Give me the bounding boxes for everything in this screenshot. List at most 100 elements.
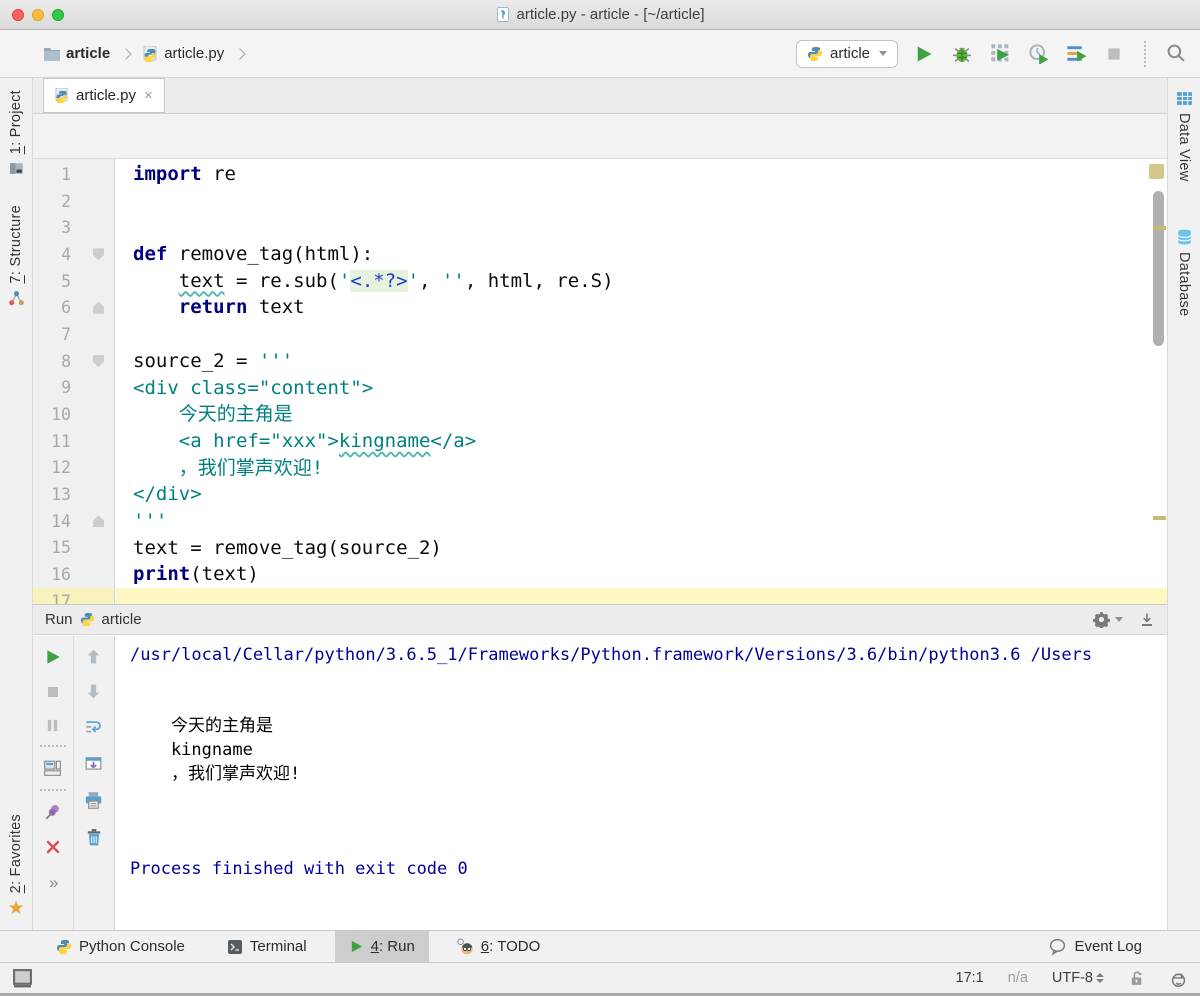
code-line[interactable]: <div class="content">: [116, 375, 1167, 402]
code-line[interactable]: 今天的主角是: [116, 401, 1167, 428]
toggle-toolwindow-bars-button[interactable]: [12, 968, 33, 989]
rerun-button[interactable]: [44, 648, 62, 666]
code-line[interactable]: [116, 588, 1167, 604]
python-icon: [807, 46, 823, 62]
restore-layout-button[interactable]: [43, 759, 62, 777]
line-separator[interactable]: n/a: [1008, 970, 1028, 986]
sidebar-item-favorites[interactable]: 2: Favorites ★: [7, 814, 24, 918]
profiler-button[interactable]: [1026, 42, 1050, 66]
gutter-line[interactable]: 15: [33, 535, 114, 562]
close-panel-button[interactable]: [45, 839, 61, 855]
gutter-line[interactable]: 3: [33, 214, 114, 241]
gutter-line[interactable]: 17: [33, 588, 114, 604]
console-line: kingname: [130, 740, 253, 761]
fold-marker-icon[interactable]: [93, 301, 104, 314]
code-line[interactable]: ''': [116, 508, 1167, 535]
gutter-line[interactable]: 14: [33, 508, 114, 535]
gutter-line[interactable]: 13: [33, 481, 114, 508]
file-encoding[interactable]: UTF-8: [1052, 970, 1104, 986]
project-icon: [8, 160, 25, 177]
gutter-line[interactable]: 6: [33, 294, 114, 321]
code-line[interactable]: text = re.sub('<.*?>', '', html, re.S): [116, 268, 1167, 295]
run-tool-window: Run article » /usr/local/Cellar/python/3…: [33, 604, 1167, 930]
code-editor[interactable]: 1 2 3 4 5 6 7 8 9 10 11 12 13 14 15 16 17 import re def r…: [33, 159, 1167, 604]
toolbar-separator: [39, 745, 66, 747]
fold-marker-icon[interactable]: [93, 248, 104, 261]
toolwindow-run[interactable]: 4: Run: [334, 931, 429, 962]
close-tab-icon[interactable]: ×: [143, 88, 154, 103]
run-configuration-select[interactable]: article: [795, 39, 898, 68]
more-actions-button[interactable]: »: [49, 873, 59, 893]
settings-button[interactable]: [1093, 611, 1123, 628]
code-line[interactable]: print(text): [116, 561, 1167, 588]
debug-button[interactable]: [950, 42, 974, 66]
gutter-line[interactable]: 10: [33, 401, 114, 428]
zoom-window-button[interactable]: [52, 9, 64, 21]
run-button[interactable]: [912, 42, 936, 66]
hide-panel-button[interactable]: [1139, 612, 1155, 628]
scroll-to-end-button[interactable]: [84, 755, 103, 773]
search-everywhere-button[interactable]: [1164, 42, 1188, 66]
sidebar-item-structure[interactable]: 7: Structure: [8, 205, 25, 307]
minimize-window-button[interactable]: [32, 9, 44, 21]
gutter-line[interactable]: 4: [33, 241, 114, 268]
editor-scrollbar[interactable]: [1153, 191, 1164, 346]
breadcrumb-file[interactable]: article.py: [142, 45, 224, 62]
clear-all-button[interactable]: [85, 828, 103, 847]
run-console[interactable]: /usr/local/Cellar/python/3.6.5_1/Framewo…: [116, 636, 1167, 930]
toolwindow-event-log[interactable]: Event Log: [1034, 937, 1156, 956]
code-line[interactable]: [116, 214, 1167, 241]
inspection-indicator[interactable]: [1149, 164, 1164, 179]
breadcrumb-project[interactable]: article: [44, 45, 110, 62]
gutter-line[interactable]: 11: [33, 428, 114, 455]
warning-stripe-mark[interactable]: [1153, 516, 1166, 520]
sidebar-item-data-view[interactable]: Data View: [1176, 90, 1193, 182]
code-line[interactable]: <a href="xxx">kingname</a>: [116, 428, 1167, 455]
gutter-line[interactable]: 8: [33, 348, 114, 375]
toolwindow-python-console[interactable]: Python Console: [42, 931, 199, 962]
fold-marker-icon[interactable]: [93, 515, 104, 528]
sidebar-item-project[interactable]: 1: Project: [8, 90, 25, 177]
run-with-coverage-button[interactable]: [988, 42, 1012, 66]
pause-output-button[interactable]: [45, 718, 60, 733]
print-button[interactable]: [84, 791, 103, 810]
code-line[interactable]: def remove_tag(html):: [116, 241, 1167, 268]
code-line[interactable]: [116, 188, 1167, 215]
code-line[interactable]: </div>: [116, 481, 1167, 508]
sidebar-item-database[interactable]: Database: [1176, 228, 1193, 316]
run-tasks-button[interactable]: [1064, 42, 1088, 66]
caret-position[interactable]: 17:1: [956, 970, 984, 986]
code-line[interactable]: text = remove_tag(source_2): [116, 535, 1167, 562]
warning-stripe-mark[interactable]: [1153, 226, 1166, 230]
code-pane[interactable]: import re def remove_tag(html): text = re…: [116, 159, 1167, 604]
structure-icon: [8, 290, 25, 307]
code-line[interactable]: [116, 321, 1167, 348]
gutter-line[interactable]: 9: [33, 375, 114, 402]
stop-process-button[interactable]: [45, 684, 61, 700]
up-stack-trace-button[interactable]: [85, 648, 102, 665]
code-line[interactable]: return text: [116, 294, 1167, 321]
gutter-line[interactable]: 1: [33, 161, 114, 188]
lock-icon[interactable]: [1128, 970, 1145, 987]
stop-button[interactable]: [1102, 42, 1126, 66]
code-line[interactable]: import re: [116, 161, 1167, 188]
code-line[interactable]: source_2 = ''': [116, 348, 1167, 375]
gutter-line[interactable]: 7: [33, 321, 114, 348]
gutter-line[interactable]: 2: [33, 188, 114, 215]
editor-gutter[interactable]: 1 2 3 4 5 6 7 8 9 10 11 12 13 14 15 16 17: [33, 159, 115, 604]
bottom-tool-window-bar: Python Console Terminal 4: Run 6: TODO E…: [0, 930, 1200, 962]
tab-article-py[interactable]: article.py ×: [43, 78, 165, 113]
pin-tab-button[interactable]: [44, 803, 62, 821]
toolwindow-todo[interactable]: 6: TODO: [443, 931, 554, 962]
gutter-line[interactable]: 12: [33, 455, 114, 482]
chevron-down-icon: [1115, 617, 1123, 622]
gutter-line[interactable]: 5: [33, 268, 114, 295]
soft-wrap-button[interactable]: [84, 718, 103, 737]
gutter-line[interactable]: 16: [33, 561, 114, 588]
toolwindow-terminal[interactable]: Terminal: [213, 931, 321, 962]
down-stack-trace-button[interactable]: [85, 683, 102, 700]
close-window-button[interactable]: [12, 9, 24, 21]
code-line[interactable]: ，我们掌声欢迎!: [116, 455, 1167, 482]
highlighting-level-icon[interactable]: [1169, 969, 1188, 988]
fold-marker-icon[interactable]: [93, 355, 104, 368]
